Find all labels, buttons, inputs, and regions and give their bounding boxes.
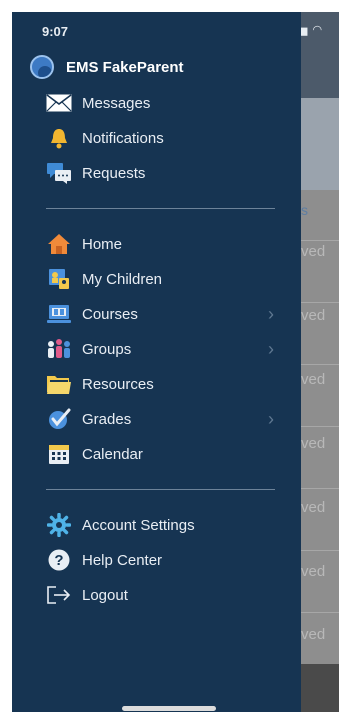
status-time: 9:07 (42, 24, 69, 39)
background-row-text: ved (301, 371, 326, 388)
divider (46, 489, 275, 490)
background-row-text: ved (301, 626, 326, 643)
checkmark-icon (46, 407, 72, 431)
home-indicator[interactable] (122, 706, 216, 711)
envelope-icon (46, 91, 72, 115)
wifi-icon: ◠ (312, 24, 324, 36)
menu-item-home[interactable]: Home (46, 231, 276, 257)
menu-item-messages[interactable]: Messages (46, 90, 276, 116)
children-icon (46, 267, 72, 291)
background-row-text: ved (301, 307, 326, 324)
menu-item-label: Calendar (82, 445, 143, 463)
menu-item-label: Home (82, 235, 123, 253)
menu-item-my-children[interactable]: My Children (46, 266, 276, 292)
menu-item-account-settings[interactable]: Account Settings (46, 512, 276, 538)
phone-screen: s ved ved ved ved ved ved ved 9:07 ▂▃▅ ◠… (12, 12, 339, 712)
user-profile[interactable]: EMS FakeParent (30, 54, 184, 80)
background-row-text: ved (301, 435, 326, 452)
people-icon (46, 337, 72, 361)
chevron-right-icon: › (268, 409, 274, 429)
menu-item-label: Resources (82, 375, 154, 393)
menu-item-logout[interactable]: Logout (46, 582, 276, 608)
bell-icon (46, 126, 72, 150)
menu-item-label: Logout (82, 586, 128, 604)
divider (46, 208, 275, 209)
house-icon (46, 232, 72, 256)
chat-bubbles-icon (46, 161, 72, 185)
chevron-right-icon: › (268, 304, 274, 324)
menu-item-notifications[interactable]: Notifications (46, 125, 276, 151)
menu-item-groups[interactable]: Groups › (46, 336, 276, 362)
gear-icon (46, 513, 72, 537)
background-row-text: ved (301, 563, 326, 580)
menu-item-label: Courses (82, 305, 138, 323)
menu-item-label: Messages (82, 94, 151, 112)
menu-item-label: Notifications (82, 129, 164, 147)
svg-text:?: ? (54, 552, 63, 569)
logout-icon (46, 583, 72, 607)
folder-icon (46, 372, 72, 396)
menu-item-courses[interactable]: Courses › (46, 301, 276, 327)
menu-item-resources[interactable]: Resources (46, 371, 276, 397)
menu-item-label: Help Center (82, 551, 163, 569)
navigation-drawer: 9:07 EMS FakeParent Messages Notificatio… (12, 12, 301, 712)
menu-item-label: My Children (82, 270, 163, 288)
help-icon: ? (46, 548, 72, 572)
menu-item-help-center[interactable]: ? Help Center (46, 547, 276, 573)
menu-item-requests[interactable]: Requests (46, 160, 276, 186)
chevron-right-icon: › (268, 339, 274, 359)
background-row-text: ved (301, 243, 326, 260)
background-row-text: ved (301, 499, 326, 516)
calendar-icon (46, 442, 72, 466)
menu-item-calendar[interactable]: Calendar (46, 441, 276, 467)
menu-item-label: Account Settings (82, 516, 195, 534)
laptop-icon (46, 302, 72, 326)
menu-item-label: Groups (82, 340, 132, 358)
menu-item-label: Grades (82, 410, 132, 428)
avatar (30, 55, 54, 79)
background-link-text: s (301, 202, 308, 218)
menu-item-grades[interactable]: Grades › (46, 406, 276, 432)
user-name: EMS FakeParent (66, 58, 184, 76)
menu-item-label: Requests (82, 164, 146, 182)
